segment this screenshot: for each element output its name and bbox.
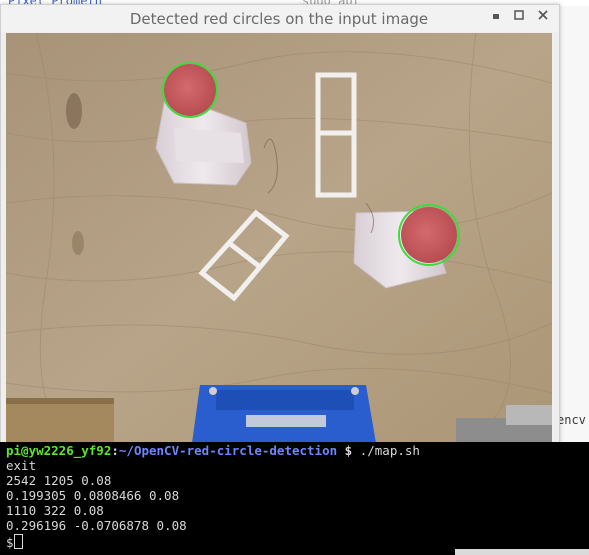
maximize-icon [514, 10, 524, 20]
desktop: Pixel Prometh sudo apt encv Detected red… [0, 0, 589, 555]
blue-robot-part [192, 385, 376, 443]
background-window-edge [455, 549, 589, 555]
terminal-last-prompt: $ [6, 535, 14, 550]
terminal-command: ./map.sh [359, 443, 420, 458]
close-button[interactable] [533, 8, 553, 28]
window-title: Detected red circles on the input image [129, 10, 429, 28]
prompt-symbol: $ [337, 443, 360, 458]
terminal-output-line: 0.296196 -0.0706878 0.08 [6, 518, 187, 533]
terminal[interactable]: pi@yw2226_yf92:~/OpenCV-red-circle-detec… [0, 442, 589, 555]
terminal-output-line: 2542 1205 0.08 [6, 473, 112, 488]
terminal-input-line[interactable]: $ [6, 534, 23, 551]
terminal-prompt-line: pi@yw2226_yf92:~/OpenCV-red-circle-detec… [6, 443, 420, 459]
minimize-button[interactable] [486, 8, 506, 28]
detected-circles-image [6, 33, 552, 443]
terminal-output-line: exit [6, 458, 37, 473]
maximize-button[interactable] [509, 8, 529, 28]
prompt-user: pi@yw2226_yf92 [6, 443, 112, 458]
prompt-path: ~/OpenCV-red-circle-detection [118, 443, 338, 458]
prompt-separator: : [111, 443, 119, 458]
camera-photo [6, 33, 552, 443]
terminal-output-line: 0.199305 0.0808466 0.08 [6, 488, 180, 503]
terminal-cursor [13, 534, 23, 549]
image-viewer-window: Detected red circles on the input image [0, 4, 560, 446]
terminal-output-line: 1110 322 0.08 [6, 503, 104, 518]
window-titlebar[interactable]: Detected red circles on the input image [1, 5, 559, 32]
minimize-icon [493, 14, 499, 19]
background-terminal-text: encv [557, 413, 586, 427]
close-icon [538, 10, 548, 20]
